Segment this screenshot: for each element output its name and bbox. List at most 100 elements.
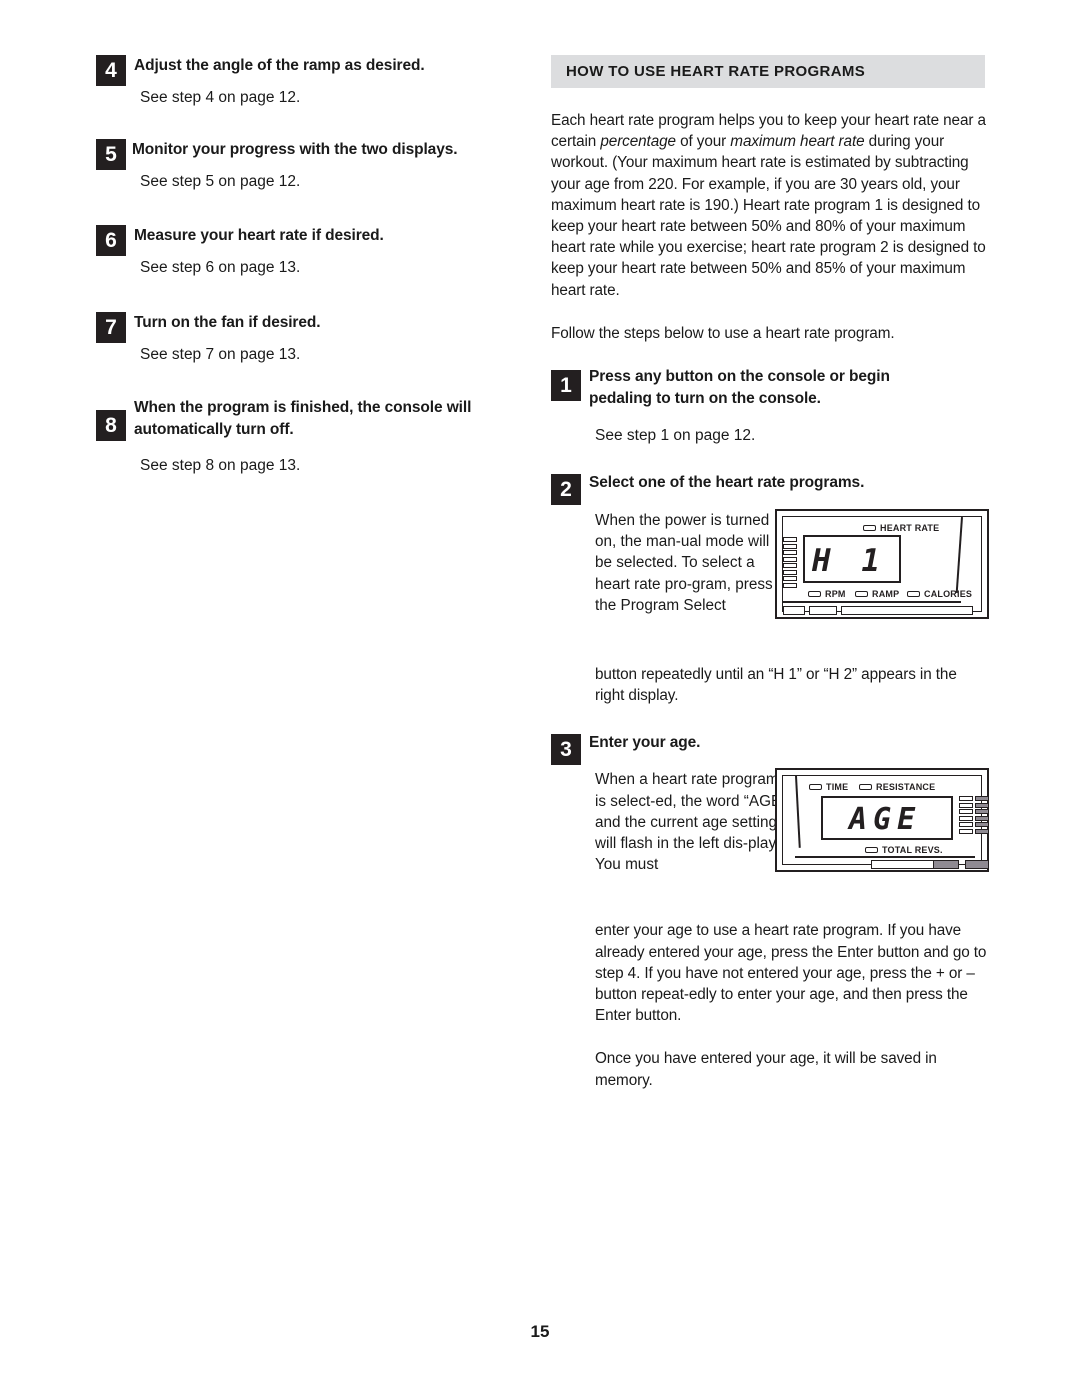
segment-cell <box>959 815 973 821</box>
step-title: When the program is finished, the consol… <box>134 399 472 438</box>
step-item-8: 8 When the program is finished, the cons… <box>96 397 516 507</box>
segment-cell <box>959 828 973 834</box>
indicator-calories: CALORIES <box>907 589 972 599</box>
step-3-flow-region: When a heart rate program is select-ed, … <box>551 765 989 922</box>
lcd-panel: H 1 <box>803 535 901 584</box>
step-number-badge: 7 <box>96 312 126 343</box>
indicator-time: TIME <box>809 782 848 792</box>
segment-cell-filled <box>974 796 989 802</box>
step-number-badge: 5 <box>96 139 126 170</box>
segment-bar-right <box>959 796 989 834</box>
indicator-chip-icon <box>863 525 876 532</box>
track-block <box>809 606 837 616</box>
step-2-wide-text: button repeatedly until an “H 1” or “H 2… <box>595 666 957 705</box>
step-2-flow-region: When the power is turned on, the man-ual… <box>551 506 989 666</box>
step-number-badge: 3 <box>551 734 581 766</box>
console-track-row <box>783 606 973 618</box>
indicator-chip-icon <box>809 784 822 791</box>
segment-cell <box>959 802 973 808</box>
step-item-2: 2 Select one of the heart rate programs. <box>551 472 987 506</box>
follow-steps-line: Follow the steps below to use a heart ra… <box>551 324 895 342</box>
step-title: Measure your heart rate if desired. <box>134 227 384 244</box>
segment-cell <box>783 543 797 549</box>
step-see-reference: See step 6 on page 13. <box>140 258 301 276</box>
indicator-chip-icon <box>859 784 872 791</box>
segment-cell <box>959 796 973 802</box>
console-divider-line <box>795 856 975 858</box>
segment-cell-filled <box>974 815 989 821</box>
indicator-ramp: RAMP <box>855 589 899 599</box>
indicator-total-revs: TOTAL REVS. <box>865 845 943 855</box>
segment-cell <box>783 556 797 562</box>
left-column: 4 Adjust the angle of the ramp as desire… <box>96 55 516 507</box>
section-header-band: HOW TO USE HEART RATE PROGRAMS <box>551 55 985 88</box>
intro-paragraph: Each heart rate program helps you to kee… <box>551 110 987 301</box>
segment-cell-filled <box>974 828 989 834</box>
step-number-badge: 1 <box>551 370 581 402</box>
lcd-value: AGE <box>849 802 922 838</box>
lcd-value: H 1 <box>812 543 886 580</box>
indicator-chip-icon <box>907 591 920 598</box>
indicator-label: TIME <box>826 782 849 793</box>
indicator-label: RPM <box>825 589 846 600</box>
step-title: Turn on the fan if desired. <box>134 314 321 331</box>
console-divider-line <box>783 601 961 603</box>
step-title: Adjust the angle of the ramp as desired. <box>134 57 425 74</box>
indicator-heart-rate: HEART RATE <box>863 523 939 533</box>
step-item-1: 1 Press any button on the console or beg… <box>551 366 987 472</box>
step-item-3: 3 Enter your age. <box>551 732 987 766</box>
segment-cell <box>783 550 797 556</box>
step-item-7: 7 Turn on the fan if desired. See step 7… <box>96 312 516 397</box>
step-item-5: 5 Monitor your progress with the two dis… <box>96 139 516 225</box>
step-number-badge: 4 <box>96 55 126 86</box>
indicator-label: RESISTANCE <box>876 782 936 793</box>
track-block-filled <box>965 860 989 870</box>
indicator-label: TOTAL REVS. <box>882 845 943 856</box>
indicator-chip-icon <box>855 591 868 598</box>
step-3-wide-text: enter your age to use a heart rate progr… <box>595 922 987 1025</box>
indicator-label: HEART RATE <box>880 523 940 534</box>
indicator-chip-icon <box>865 847 878 854</box>
section-header-title: HOW TO USE HEART RATE PROGRAMS <box>566 63 866 80</box>
segment-cell <box>783 563 797 569</box>
step-title: Select one of the heart rate programs. <box>589 474 865 492</box>
lcd-panel: AGE <box>821 796 953 841</box>
intro-text-2: of your <box>675 133 731 151</box>
step-item-4: 4 Adjust the angle of the ramp as desire… <box>96 55 516 139</box>
track-block-filled <box>933 860 959 870</box>
intro-italic-percentage: percentage <box>600 133 676 151</box>
segment-cell <box>783 569 797 575</box>
step-item-6: 6 Measure your heart rate if desired. Se… <box>96 225 516 312</box>
indicator-label: CALORIES <box>924 589 973 600</box>
console-display-heart-rate: HEART RATE H 1 RPM RAMP CALORIES <box>775 509 989 620</box>
indicator-label: RAMP <box>872 589 900 600</box>
step-see-reference: See step 8 on page 13. <box>140 457 301 474</box>
indicator-rpm: RPM <box>808 589 846 599</box>
segment-cell <box>959 809 973 815</box>
track-bar <box>841 606 973 616</box>
step-title: Enter your age. <box>589 734 701 752</box>
step-2-narrow-text: When the power is turned on, the man-ual… <box>595 512 773 614</box>
step-3-closing-text: Once you have entered your age, it will … <box>595 1050 937 1089</box>
segment-cell <box>783 537 797 543</box>
indicator-resistance: RESISTANCE <box>859 782 935 792</box>
indicator-chip-icon <box>808 591 821 598</box>
segment-cell <box>783 582 797 588</box>
step-number-badge: 2 <box>551 474 581 506</box>
console-track-row <box>795 860 989 872</box>
segment-cell <box>959 822 973 828</box>
step-see-reference: See step 7 on page 13. <box>140 345 301 363</box>
console-display-age: TIME RESISTANCE AGE TOTAL REVS. <box>775 768 989 873</box>
step-title: Monitor your progress with the two displ… <box>132 141 458 158</box>
segment-bar-left <box>783 537 797 588</box>
track-block <box>783 606 805 616</box>
segment-column <box>974 796 989 834</box>
right-column: HOW TO USE HEART RATE PROGRAMS Each hear… <box>551 55 989 1111</box>
step-see-reference: See step 1 on page 12. <box>595 427 756 445</box>
step-see-reference: See step 5 on page 12. <box>140 172 301 190</box>
intro-italic-maxhr: maximum heart rate <box>730 133 865 151</box>
step-title: Press any button on the console or begin… <box>589 368 890 407</box>
document-page: 4 Adjust the angle of the ramp as desire… <box>0 0 1080 1397</box>
segment-cell-filled <box>974 822 989 828</box>
step-see-reference: See step 4 on page 12. <box>140 88 301 106</box>
